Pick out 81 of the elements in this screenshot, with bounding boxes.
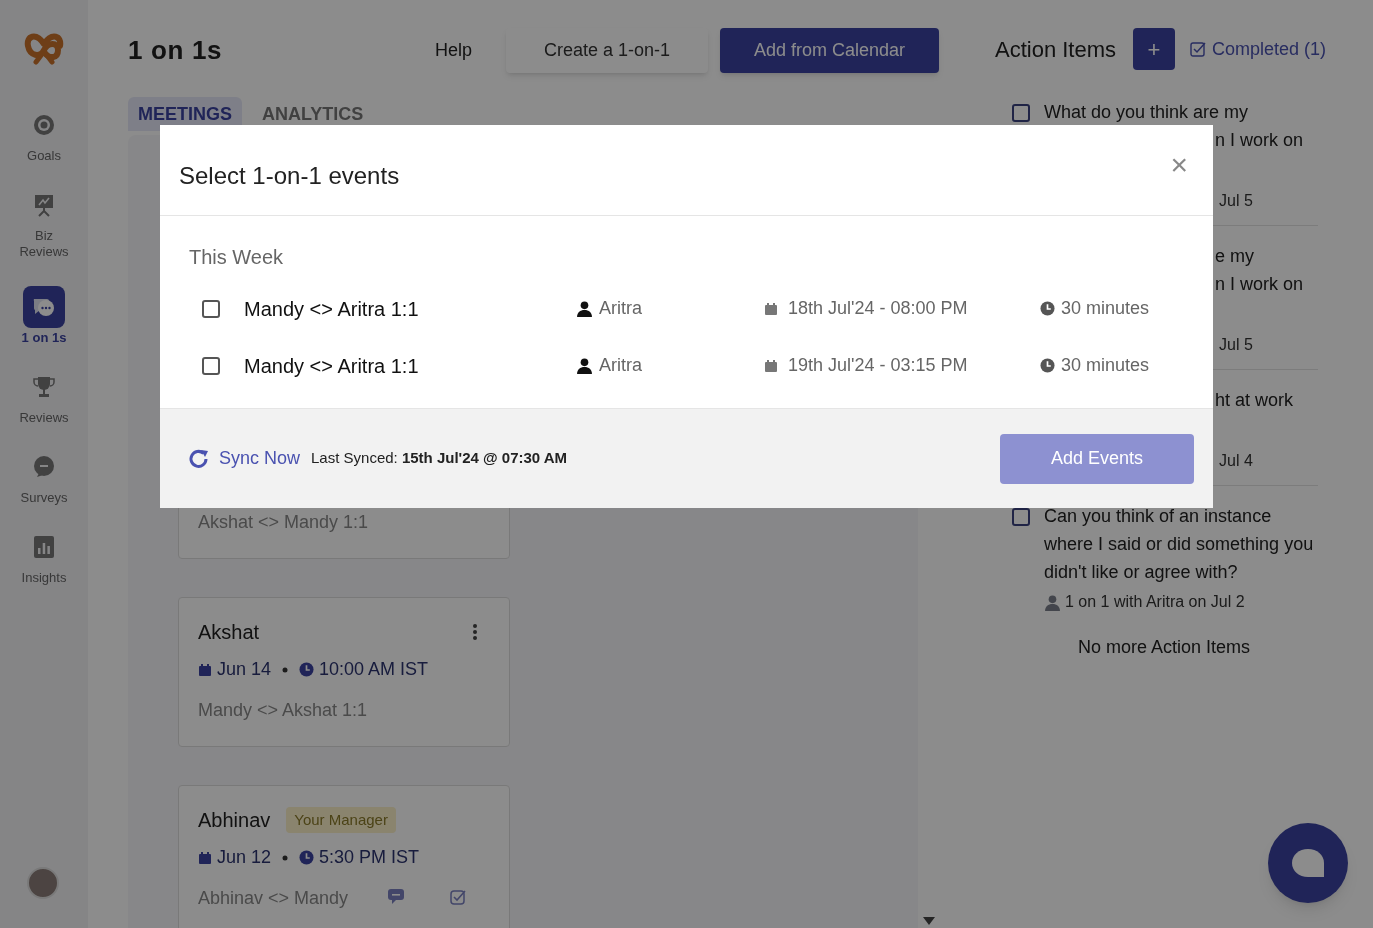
- person-icon: [576, 357, 593, 374]
- event-datetime: 19th Jul'24 - 03:15 PM: [788, 354, 968, 377]
- avatar: [27, 867, 59, 899]
- comment-icon: [388, 889, 404, 904]
- action-item-text: What do you think are my: [1044, 101, 1250, 124]
- sidebar-item[interactable]: Reviews: [0, 366, 88, 426]
- event-duration: 30 minutes: [1061, 297, 1150, 320]
- event-title: Mandy <> Aritra 1:1: [244, 353, 420, 379]
- section-heading: This Week: [189, 245, 285, 270]
- event-duration: 30 minutes: [1061, 354, 1150, 377]
- sidebar-item[interactable]: Biz Reviews: [0, 184, 88, 260]
- action-item-text: n I work on: [1214, 129, 1304, 152]
- section-title: Action Items: [995, 35, 1117, 64]
- clock-icon: [299, 662, 315, 677]
- scroll-down-icon: [922, 916, 936, 926]
- checkbox[interactable]: [202, 356, 220, 375]
- presentation-board-icon: [33, 193, 55, 217]
- clock-icon: [299, 850, 315, 865]
- checkbox-checked-icon: [1190, 41, 1207, 57]
- page-title: 1 on 1s: [128, 34, 224, 67]
- sidebar-item[interactable]: Surveys: [0, 446, 88, 506]
- speech-bubble-icon: [33, 456, 55, 478]
- checkbox[interactable]: [1012, 104, 1030, 122]
- calendar-icon: [198, 850, 212, 865]
- add-button[interactable]: +: [1133, 28, 1176, 70]
- action-item-text: didn't like or agree with?: [1044, 561, 1239, 584]
- event-title: Mandy <> Aritra 1:1: [244, 296, 420, 322]
- checkbox[interactable]: [1012, 508, 1030, 526]
- sidebar-item[interactable]: Insights: [0, 526, 88, 586]
- action-item-text: where I said or did something you: [1044, 533, 1314, 556]
- meeting-time: 10:00 AM IST: [319, 658, 429, 681]
- meeting-description: Akshat <> Mandy 1:1: [198, 511, 370, 534]
- add-from-calendar-button[interactable]: Add from Calendar: [720, 28, 939, 73]
- attendee-name: Aritra: [599, 354, 642, 377]
- action-item-source: Jul 5: [1219, 335, 1253, 355]
- meeting-description: Mandy <> Akshat 1:1: [198, 699, 369, 722]
- person-name: Akshat: [198, 620, 260, 645]
- calendar-icon: [764, 301, 778, 316]
- calendar-icon: [198, 662, 212, 677]
- person-icon: [576, 300, 593, 317]
- refresh-icon: [188, 447, 210, 470]
- chat-bubbles-icon: [32, 296, 56, 318]
- separator-dot-icon: [282, 666, 289, 673]
- sidebar-item[interactable]: 1 on 1s: [0, 286, 88, 346]
- pretzel-logo-icon: [24, 32, 64, 66]
- action-item-text: ht at work: [1214, 389, 1294, 412]
- speech-bubble-icon: [1291, 848, 1325, 878]
- completed-link[interactable]: Completed (1): [1190, 35, 1327, 63]
- action-item-source: Jul 4: [1219, 451, 1253, 471]
- manager-badge: Your Manager: [286, 806, 396, 834]
- bar-chart-icon: [34, 536, 54, 558]
- empty-message: No more Action Items: [1078, 636, 1252, 659]
- target-icon: [33, 114, 55, 136]
- event-datetime: 18th Jul'24 - 08:00 PM: [788, 297, 968, 320]
- dialog-title: Select 1-on-1 events: [179, 161, 400, 191]
- calendar-icon: [764, 358, 778, 373]
- checkbox[interactable]: [202, 299, 220, 318]
- action-item-text: Can you think of an instance: [1044, 505, 1273, 528]
- help-link[interactable]: Help: [435, 37, 506, 64]
- meeting-date: Jun 12: [217, 846, 272, 869]
- close-button[interactable]: ×: [1170, 150, 1188, 180]
- last-synced-text: Last Synced: 15th Jul'24 @ 07:30 AM: [311, 448, 568, 469]
- person-name: Abhinav: [198, 808, 271, 833]
- meeting-date: Jun 14: [217, 658, 272, 681]
- meeting-time: 5:30 PM IST: [319, 846, 420, 869]
- create-button[interactable]: Create a 1-on-1: [506, 28, 708, 73]
- separator-dot-icon: [282, 854, 289, 861]
- clock-icon: [1040, 301, 1055, 316]
- action-item-source: Jul 5: [1219, 191, 1253, 211]
- tab[interactable]: ANALYTICS: [252, 97, 374, 131]
- attendee-name: Aritra: [599, 297, 642, 320]
- meeting-description: Abhinav <> Mandy: [198, 887, 350, 910]
- action-item-text: e my: [1214, 245, 1255, 268]
- action-item-source: 1 on 1 with Aritra on Jul 2: [1065, 592, 1245, 612]
- sidebar-item[interactable]: Goals: [0, 104, 88, 164]
- trophy-icon: [33, 376, 55, 398]
- checklist-icon: [450, 889, 466, 905]
- clock-icon: [1040, 358, 1055, 373]
- person-icon: [1044, 593, 1061, 611]
- sync-now-link[interactable]: Sync Now: [188, 445, 301, 472]
- action-item-text: n I work on: [1214, 273, 1304, 296]
